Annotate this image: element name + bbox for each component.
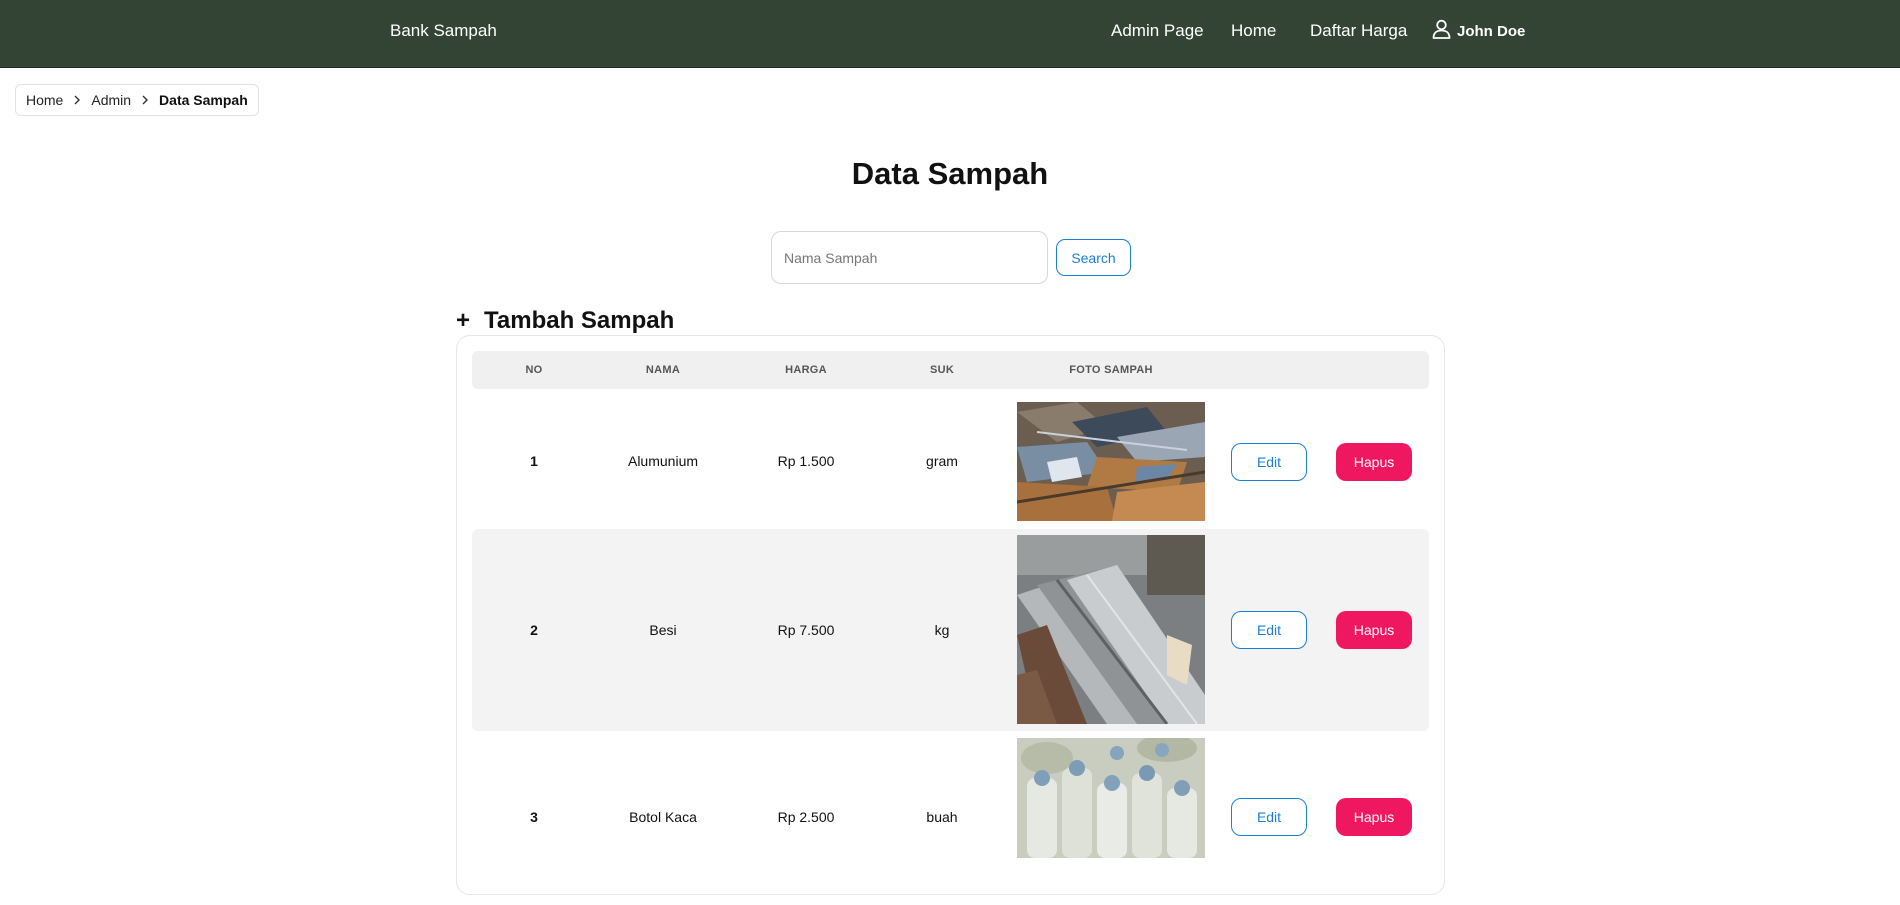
column-header-nama: NAMA: [645, 364, 681, 376]
column-header-harga: HARGA: [785, 364, 827, 376]
glass-bottles-photo: [1017, 738, 1205, 858]
chevron-right-icon: [141, 95, 149, 105]
row-no: 2: [530, 622, 538, 638]
row-harga: Rp 7.500: [777, 622, 835, 638]
nav-link-home[interactable]: Home: [1231, 21, 1276, 41]
table-row: 1 Alumunium Rp 1.500 gram Edit Hapus: [472, 399, 1429, 524]
add-sampah-label: Tambah Sampah: [484, 307, 675, 334]
breadcrumb-admin[interactable]: Admin: [91, 92, 131, 108]
breadcrumb-home[interactable]: Home: [26, 92, 63, 108]
row-no: 3: [530, 809, 538, 825]
row-nama: Alumunium: [627, 453, 699, 469]
page-title: Data Sampah: [851, 156, 1049, 191]
row-harga: Rp 2.500: [777, 809, 835, 825]
delete-button[interactable]: Hapus: [1336, 443, 1412, 481]
edit-button[interactable]: Edit: [1231, 611, 1307, 649]
edit-button[interactable]: Edit: [1231, 443, 1307, 481]
breadcrumb: Home Admin Data Sampah: [15, 84, 259, 116]
navbar: Bank Sampah Admin Page Home Daftar Harga…: [0, 0, 1900, 68]
table-row: 2 Besi Rp 7.500 kg Edit Hapus: [472, 529, 1429, 731]
column-header-no: NO: [525, 364, 543, 376]
add-sampah-button[interactable]: + Tambah Sampah: [456, 307, 674, 335]
chevron-right-icon: [73, 95, 81, 105]
plus-icon: +: [456, 307, 471, 334]
search-button[interactable]: Search: [1056, 239, 1131, 276]
nav-link-daftar-harga[interactable]: Daftar Harga: [1310, 21, 1407, 41]
user-menu[interactable]: John Doe: [1432, 19, 1525, 43]
row-satuan: gram: [926, 453, 958, 469]
row-satuan: buah: [926, 809, 958, 825]
iron-bars-photo: [1017, 535, 1205, 724]
column-header-foto: FOTO SAMPAH: [1069, 364, 1153, 376]
nav-link-admin-page[interactable]: Admin Page: [1111, 21, 1204, 41]
delete-button[interactable]: Hapus: [1336, 798, 1412, 836]
delete-button[interactable]: Hapus: [1336, 611, 1412, 649]
brand-logo-text[interactable]: Bank Sampah: [390, 21, 497, 41]
edit-button[interactable]: Edit: [1231, 798, 1307, 836]
column-header-suk: SUK: [929, 364, 955, 376]
row-satuan: kg: [934, 622, 950, 638]
row-nama: Botol Kaca: [629, 809, 697, 825]
search-input[interactable]: [771, 231, 1048, 284]
user-icon: [1432, 19, 1451, 43]
row-harga: Rp 1.500: [777, 453, 835, 469]
row-no: 1: [530, 453, 538, 469]
breadcrumb-current: Data Sampah: [159, 92, 248, 108]
table-header: NO NAMA HARGA SUK FOTO SAMPAH: [472, 351, 1429, 389]
aluminium-scrap-photo: [1017, 402, 1205, 521]
user-name: John Doe: [1457, 22, 1526, 40]
row-nama: Besi: [649, 622, 677, 638]
data-table: NO NAMA HARGA SUK FOTO SAMPAH 1 Alumuniu…: [456, 335, 1445, 895]
table-row: 3 Botol Kaca Rp 2.500 buah Edit Hapus: [472, 735, 1429, 905]
